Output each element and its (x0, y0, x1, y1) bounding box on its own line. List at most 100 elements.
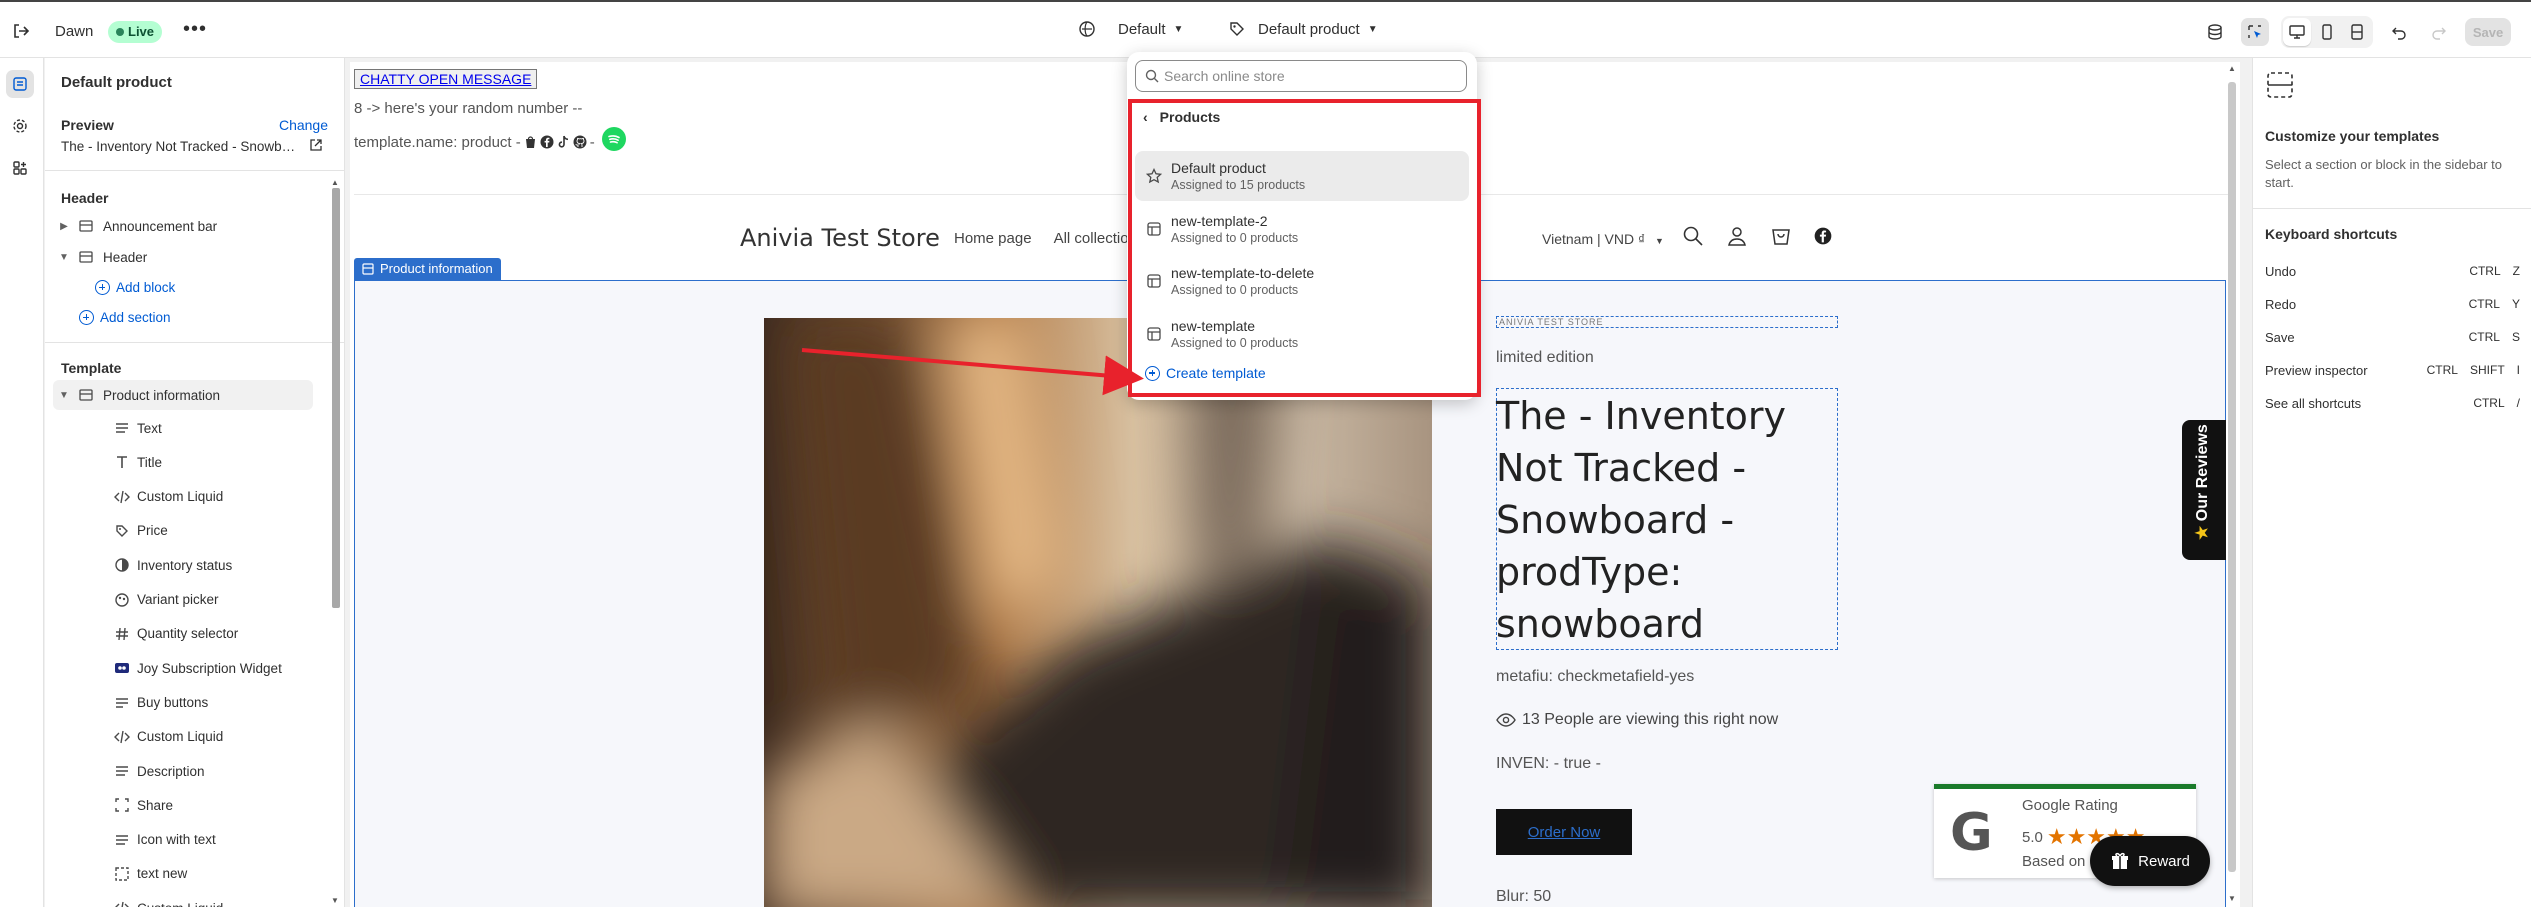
sidebar-block-item[interactable]: Custom Liquid (114, 722, 223, 752)
metafield-text: metafiu: checkmetafield-yes (1496, 668, 1695, 685)
sidebar-item-label: Header (103, 249, 148, 265)
sidebar-block-item[interactable]: Title (117, 447, 162, 477)
facebook-icon (540, 135, 554, 149)
reward-label: Reward (2138, 852, 2190, 870)
sidebar-item-label: Announcement bar (103, 218, 218, 234)
sidebar-item-announcement-bar[interactable]: ▶ Announcement bar (53, 211, 313, 241)
sidebar-block-item[interactable]: Price (116, 516, 168, 546)
sidebar-block-item[interactable]: Text (116, 413, 162, 443)
inspector-icon[interactable] (2241, 18, 2269, 46)
shortcut-keys: CTRL S (2466, 329, 2523, 345)
shortcut-label: Redo (2265, 297, 2297, 312)
random-number-text: 8 -> here's your random number -- (354, 100, 583, 117)
sidebar-block-item[interactable]: Icon with text (116, 825, 216, 855)
nav-link-all-collection[interactable]: All collection (1054, 230, 1137, 247)
store-logo-text[interactable]: Anivia Test Store (740, 224, 940, 252)
mobile-icon[interactable] (2313, 18, 2341, 46)
section-tag-label: Product information (380, 261, 493, 276)
sidebar-block-label: Icon with text (137, 832, 216, 848)
desktop-icon[interactable] (2283, 18, 2311, 46)
theme-selector-label: Default (1118, 20, 1166, 38)
redo-icon[interactable] (2425, 18, 2453, 46)
shortcut-key: CTRL (2468, 297, 2500, 311)
theme-selector[interactable]: Default ▼ (1078, 20, 1183, 38)
chatty-open-message-button[interactable]: CHATTY OPEN MESSAGE (354, 69, 538, 89)
exit-icon[interactable] (10, 20, 32, 42)
sidebar-block-item[interactable]: Joy Subscription Widget (115, 653, 282, 683)
sidebar-block-item[interactable]: Inventory status (115, 550, 232, 580)
sections-icon[interactable] (6, 70, 34, 98)
chevron-down-icon: ▼ (59, 251, 69, 263)
header-icons (1682, 225, 1832, 247)
sidebar-item-header[interactable]: ▼ Header (53, 242, 313, 272)
cart-icon[interactable] (1770, 225, 1792, 247)
code-icon (113, 899, 131, 907)
hash-icon (113, 625, 131, 643)
template-selector[interactable]: Default product ▼ (1228, 20, 1378, 38)
customize-title: Customize your templates (2265, 128, 2440, 144)
undo-icon[interactable] (2385, 18, 2413, 46)
scroll-thumb[interactable] (332, 188, 340, 608)
separator-text: - (589, 133, 595, 151)
fullscreen-icon[interactable] (2343, 18, 2371, 46)
sidebar-block-item[interactable]: Share (115, 790, 173, 820)
product-image[interactable] (764, 318, 1432, 907)
shortcut-key: I (2516, 363, 2520, 377)
sidebar-block-item[interactable]: text new (115, 859, 187, 889)
divider (45, 170, 344, 171)
sidebar-block-item[interactable]: Buy buttons (116, 687, 208, 717)
search-online-store-input[interactable]: Search online store (1135, 60, 1467, 92)
locale-selector[interactable]: Vietnam | VND ₫ ▼ (1542, 231, 1664, 247)
sidebar-block-item[interactable]: Custom Liquid (114, 482, 223, 512)
change-preview-link[interactable]: Change (279, 117, 328, 133)
top-bar: Dawn Live ••• Default ▼ Default product … (0, 0, 2531, 58)
facebook-icon[interactable] (1814, 227, 1832, 245)
sidebar-block-item[interactable]: Description (116, 756, 205, 786)
inventory-icon (113, 556, 131, 574)
chevron-down-icon: ▼ (1173, 23, 1184, 35)
settings-icon[interactable] (6, 112, 34, 140)
add-section-label: Add section (100, 310, 171, 325)
section-icon (362, 263, 374, 275)
database-icon[interactable] (2201, 18, 2229, 46)
toolbar-right: Save (2201, 16, 2511, 48)
sidebar-item-product-information[interactable]: ▼ Product information (53, 380, 313, 410)
section-icon (77, 386, 95, 404)
add-section-button[interactable]: Add section (79, 310, 171, 325)
search-icon[interactable] (1682, 225, 1704, 247)
shopify-icon (525, 136, 535, 148)
section-icon (77, 248, 95, 266)
more-actions-button[interactable]: ••• (183, 18, 207, 41)
account-icon[interactable] (1726, 225, 1748, 247)
nav-link-home[interactable]: Home page (954, 230, 1032, 247)
shortcut-key: CTRL (2426, 363, 2458, 377)
our-reviews-tab[interactable]: ★ Our Reviews (2182, 420, 2226, 560)
google-logo-icon: G (1950, 803, 1993, 863)
theme-name: Dawn (55, 23, 94, 40)
scroll-thumb[interactable] (2228, 82, 2236, 872)
sidebar-block-item[interactable]: Quantity selector (116, 619, 238, 649)
section-tag[interactable]: Product information (354, 258, 501, 280)
google-rating-based: Based on (2022, 853, 2086, 870)
text-icon (113, 762, 131, 780)
apps-icon[interactable] (6, 154, 34, 182)
sidebar-scrollbar[interactable]: ▲ ▼ (330, 178, 340, 907)
our-reviews-label: ★ Our Reviews (2194, 424, 2211, 540)
shortcut-row: Preview inspector CTRL SHIFT I (2265, 363, 2523, 383)
add-block-button[interactable]: Add block (95, 280, 175, 295)
sidebar-block-item[interactable]: Custom Liquid (115, 893, 223, 907)
sidebar-block-label: Text (137, 420, 162, 436)
buttons-icon (113, 693, 131, 711)
order-now-button[interactable]: Order Now (1496, 809, 1632, 855)
chevron-right-icon: ▶ (60, 220, 68, 232)
save-button[interactable]: Save (2465, 18, 2511, 46)
external-link-icon[interactable] (309, 138, 323, 155)
sidebar-block-item[interactable]: Variant picker (115, 585, 219, 615)
canvas-scrollbar[interactable]: ▲ ▼ (2226, 62, 2238, 907)
shortcut-row: Save CTRL S (2265, 330, 2523, 350)
divider (45, 342, 344, 343)
reward-button[interactable]: Reward (2090, 836, 2210, 886)
sidebar-block-label: Price (137, 523, 168, 539)
sidebar: Default product Preview Change The - Inv… (45, 58, 345, 907)
code-icon (113, 728, 131, 746)
